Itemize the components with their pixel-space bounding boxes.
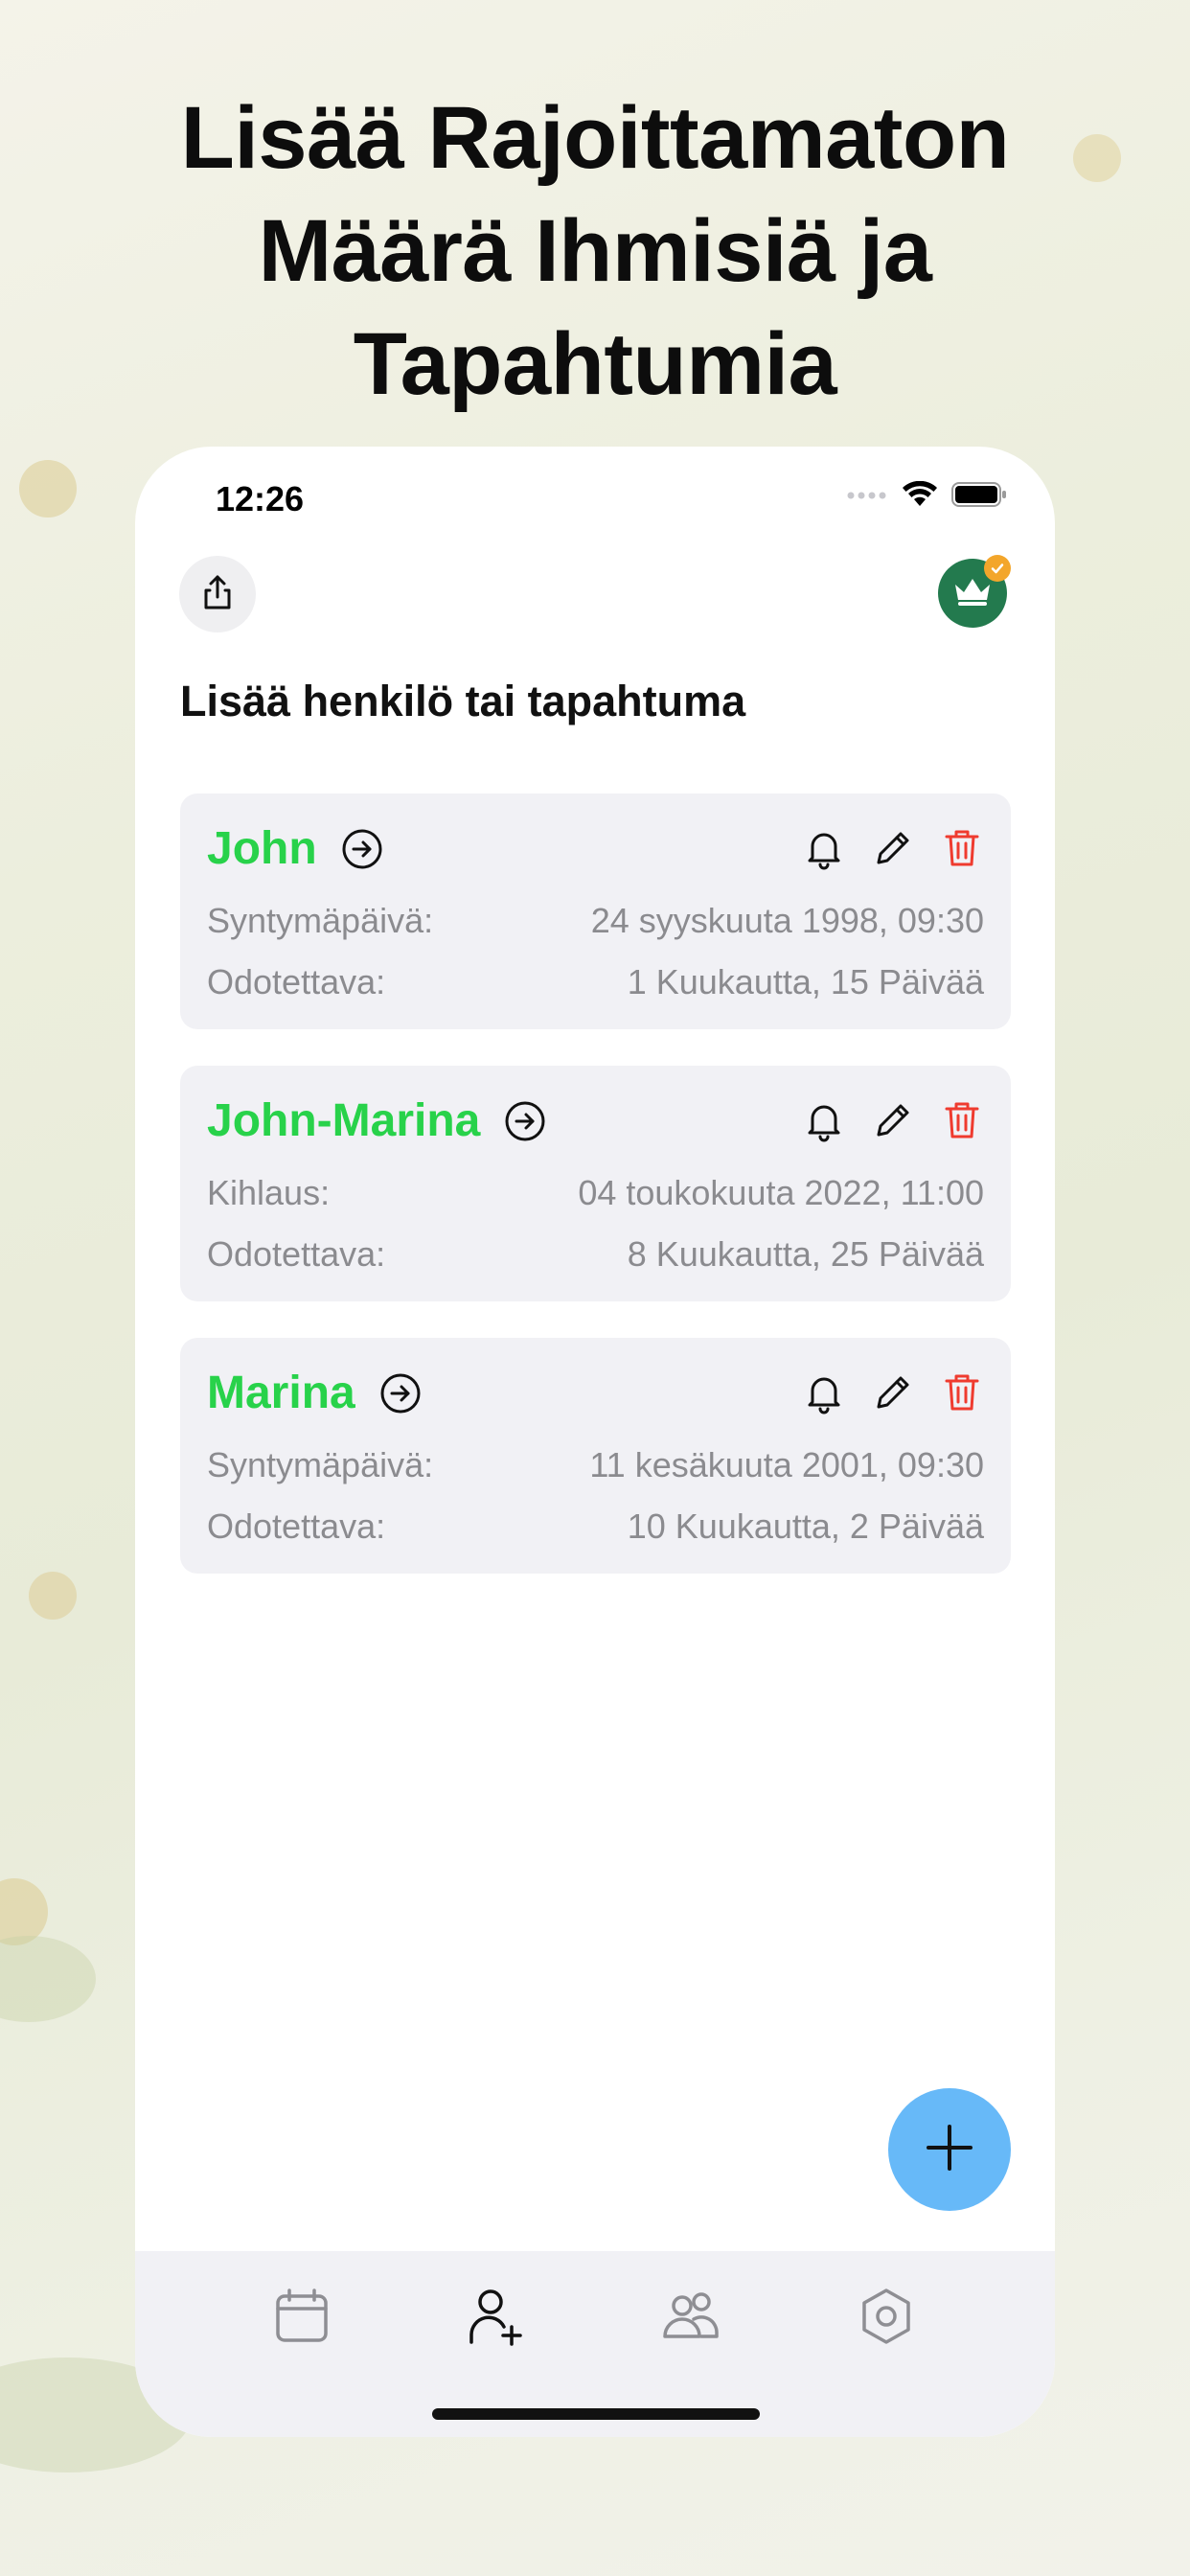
remaining-value: 8 Kuukautta, 25 Päivää bbox=[627, 1234, 984, 1274]
wifi-icon bbox=[902, 480, 938, 513]
event-card[interactable]: John-Marina Kihlaus: 04 toukokuuta 2022,… bbox=[180, 1066, 1011, 1301]
date-row: Syntymäpäivä: 24 syyskuuta 1998, 09:30 bbox=[207, 901, 984, 941]
status-time: 12:26 bbox=[216, 479, 305, 518]
phone-screen: 12:26 Lisää henkilö tai tapahtuma John S… bbox=[135, 447, 1055, 2437]
tab-bar bbox=[135, 2251, 1055, 2437]
event-name-link[interactable]: John-Marina bbox=[207, 1094, 547, 1147]
share-icon bbox=[196, 571, 239, 618]
date-label: Syntymäpäivä: bbox=[207, 1445, 434, 1484]
promo-headline: Lisää Rajoittamaton Määrä Ihmisiä ja Tap… bbox=[0, 81, 1190, 421]
share-button[interactable] bbox=[179, 556, 256, 632]
remaining-value: 10 Kuukautta, 2 Päivää bbox=[627, 1506, 984, 1546]
delete-trash-icon[interactable] bbox=[940, 1098, 984, 1147]
arrow-right-circle-icon[interactable] bbox=[340, 827, 384, 871]
bell-icon[interactable] bbox=[802, 1370, 846, 1419]
add-person-icon bbox=[466, 2287, 525, 2351]
arrow-right-circle-icon[interactable] bbox=[378, 1371, 423, 1415]
date-row: Syntymäpäivä: 11 kesäkuuta 2001, 09:30 bbox=[207, 1445, 984, 1485]
people-icon bbox=[661, 2287, 721, 2351]
tab-people[interactable] bbox=[652, 2280, 729, 2357]
event-card[interactable]: Marina Syntymäpäivä: 11 kesäkuuta 2001, … bbox=[180, 1338, 1011, 1574]
home-indicator bbox=[432, 2408, 760, 2420]
battery-icon bbox=[951, 481, 1007, 513]
card-actions bbox=[802, 1370, 984, 1419]
remaining-row: Odotettava: 1 Kuukautta, 15 Päivää bbox=[207, 962, 984, 1002]
date-value: 11 kesäkuuta 2001, 09:30 bbox=[589, 1445, 984, 1484]
calendar-icon bbox=[272, 2287, 332, 2351]
event-name: John-Marina bbox=[207, 1095, 481, 1146]
remaining-row: Odotettava: 8 Kuukautta, 25 Päivää bbox=[207, 1234, 984, 1275]
page-title: Lisää henkilö tai tapahtuma bbox=[180, 677, 746, 725]
date-label: Kihlaus: bbox=[207, 1173, 331, 1212]
delete-trash-icon[interactable] bbox=[940, 1370, 984, 1419]
tab-calendar[interactable] bbox=[263, 2280, 340, 2357]
add-event-button[interactable] bbox=[888, 2088, 1011, 2211]
edit-pencil-icon[interactable] bbox=[871, 1098, 915, 1147]
tab-settings[interactable] bbox=[848, 2280, 925, 2357]
settings-icon bbox=[857, 2287, 916, 2351]
card-actions bbox=[802, 826, 984, 875]
bell-icon[interactable] bbox=[802, 826, 846, 875]
edit-pencil-icon[interactable] bbox=[871, 1370, 915, 1419]
remaining-label: Odotettava: bbox=[207, 1506, 386, 1546]
date-value: 04 toukokuuta 2022, 11:00 bbox=[578, 1173, 984, 1212]
crown-icon bbox=[952, 575, 993, 612]
decorative-splotch bbox=[29, 1572, 77, 1620]
date-value: 24 syyskuuta 1998, 09:30 bbox=[590, 901, 984, 940]
bell-icon[interactable] bbox=[802, 1098, 846, 1147]
remaining-value: 1 Kuukautta, 15 Päivää bbox=[627, 962, 984, 1001]
headline-line-2: Määrä Ihmisiä ja bbox=[258, 202, 932, 300]
date-label: Syntymäpäivä: bbox=[207, 901, 434, 940]
card-actions bbox=[802, 1098, 984, 1147]
tab-add-person[interactable] bbox=[457, 2280, 534, 2357]
event-card[interactable]: John Syntymäpäivä: 24 syyskuuta 1998, 09… bbox=[180, 794, 1011, 1029]
event-name: Marina bbox=[207, 1368, 355, 1418]
status-icons bbox=[846, 480, 1007, 513]
remaining-row: Odotettava: 10 Kuukautta, 2 Päivää bbox=[207, 1506, 984, 1547]
delete-trash-icon[interactable] bbox=[940, 826, 984, 875]
event-name-link[interactable]: Marina bbox=[207, 1367, 423, 1419]
decorative-splotch bbox=[19, 460, 77, 518]
decorative-splotch bbox=[0, 1936, 96, 2022]
signal-icon bbox=[846, 489, 888, 506]
headline-line-3: Tapahtumia bbox=[353, 315, 837, 413]
premium-check-badge bbox=[984, 555, 1011, 582]
event-name: John bbox=[207, 823, 317, 874]
remaining-label: Odotettava: bbox=[207, 962, 386, 1001]
plus-icon bbox=[921, 2119, 978, 2181]
date-row: Kihlaus: 04 toukokuuta 2022, 11:00 bbox=[207, 1173, 984, 1213]
edit-pencil-icon[interactable] bbox=[871, 826, 915, 875]
headline-line-1: Lisää Rajoittamaton bbox=[180, 89, 1010, 187]
remaining-label: Odotettava: bbox=[207, 1234, 386, 1274]
premium-button[interactable] bbox=[938, 555, 1011, 628]
event-name-link[interactable]: John bbox=[207, 822, 384, 875]
arrow-right-circle-icon[interactable] bbox=[503, 1099, 547, 1143]
